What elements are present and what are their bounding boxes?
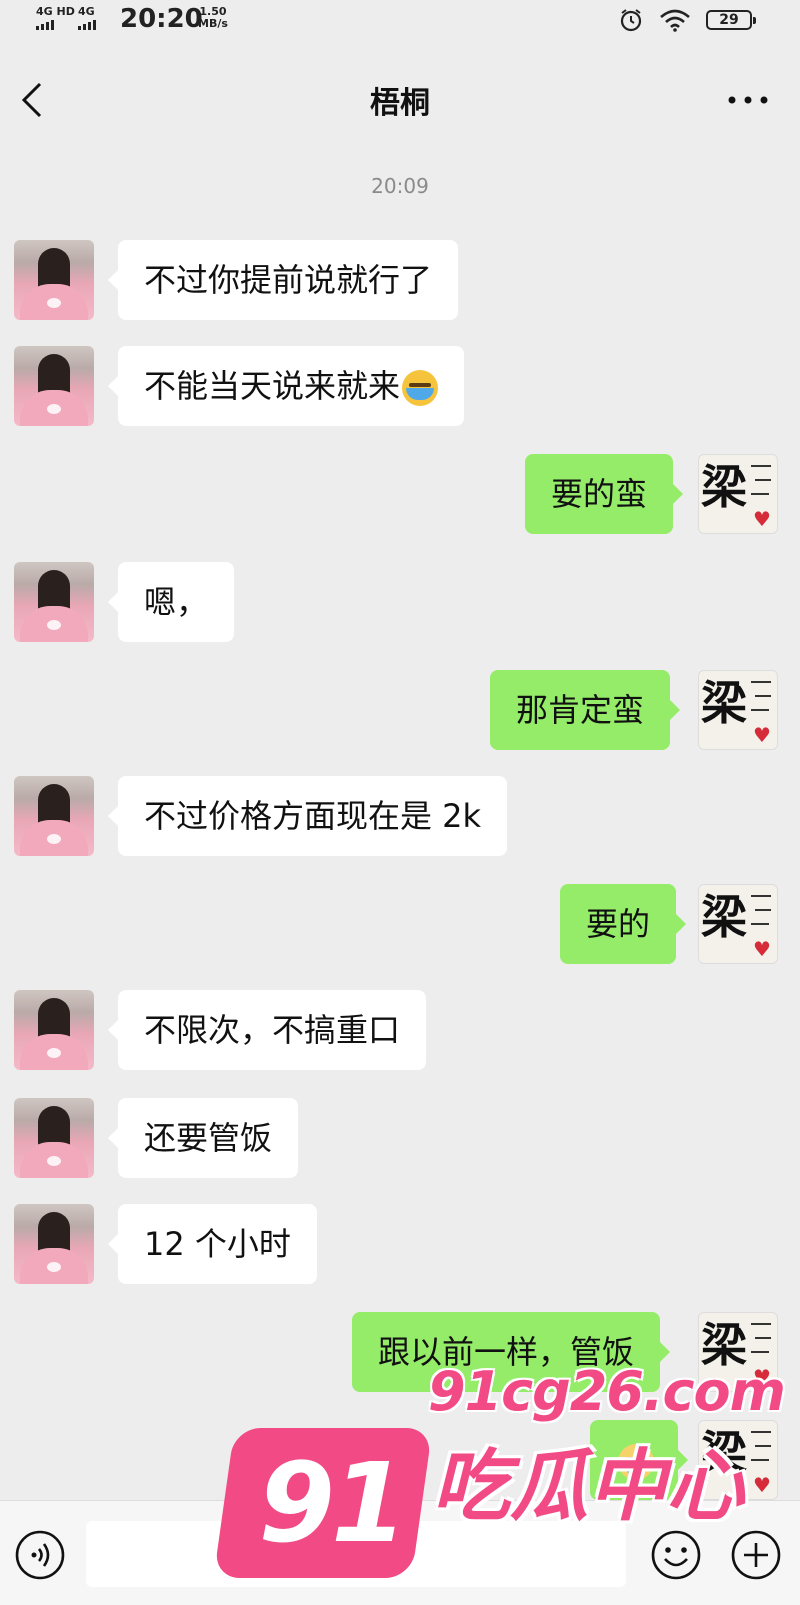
cellular-signal-2: 4G	[78, 6, 96, 30]
heart-icon: ♥	[753, 723, 771, 747]
my-avatar[interactable]: 梁 ♥	[698, 670, 778, 750]
message-timestamp: 20:09	[371, 174, 429, 198]
contact-avatar[interactable]	[14, 562, 94, 642]
avatar-char: 梁	[701, 676, 747, 730]
contact-avatar[interactable]	[14, 346, 94, 426]
contact-avatar[interactable]	[14, 776, 94, 856]
heart-icon: ♥	[753, 507, 771, 531]
contact-avatar[interactable]	[14, 990, 94, 1070]
heart-icon: ♥	[753, 937, 771, 961]
chat-header: 梧桐	[0, 60, 800, 140]
voice-input-icon[interactable]	[14, 1529, 66, 1581]
more-options-icon[interactable]	[726, 94, 770, 106]
watermark-logo: 91 91cg26.com 吃瓜中心	[213, 1354, 794, 1604]
sent-message[interactable]: 要的蛮	[525, 454, 684, 534]
received-message[interactable]: 12 个小时	[108, 1204, 317, 1284]
sent-message[interactable]: 那肯定蛮	[490, 670, 681, 750]
received-message[interactable]: 不过你提前说就行了	[107, 240, 459, 320]
contact-avatar[interactable]	[14, 1204, 94, 1284]
my-avatar[interactable]: 梁 ♥	[698, 454, 778, 534]
network-type-2: 4G	[78, 5, 95, 18]
received-message[interactable]: 还要管饭	[107, 1098, 299, 1178]
watermark-number: 91	[258, 1439, 407, 1567]
contact-avatar[interactable]	[14, 240, 94, 320]
alarm-icon	[620, 9, 642, 32]
sent-message[interactable]: 要的	[560, 884, 687, 964]
speed-unit: MB/s	[198, 17, 228, 30]
watermark-text: 吃瓜中心	[432, 1442, 745, 1532]
watermark-url: 91cg26.com	[428, 1360, 786, 1423]
received-message[interactable]: 不过价格方面现在是 2k	[107, 776, 508, 856]
network-type-1: 4G HD	[36, 5, 75, 18]
received-message[interactable]: 不限次，不搞重口	[107, 990, 427, 1070]
chat-title: 梧桐	[370, 86, 430, 121]
avatar-char: 梁	[701, 460, 747, 514]
battery-indicator: 29	[706, 10, 756, 30]
status-time: 20:20	[120, 4, 203, 34]
my-avatar[interactable]: 梁 ♥	[698, 884, 778, 964]
message-text: 不能当天说来就来	[144, 367, 401, 405]
received-message[interactable]: 嗯，	[107, 562, 235, 642]
status-bar: 4G HD 4G 20:20 1.50 MB/s 29	[0, 0, 800, 44]
network-speed: 1.50 MB/s	[198, 6, 228, 30]
cellular-signal-1: 4G HD	[36, 6, 75, 30]
crying-laughing-emoji-icon	[402, 370, 439, 406]
contact-avatar[interactable]	[14, 1098, 94, 1178]
received-message[interactable]: 不能当天说来就来	[107, 346, 465, 426]
avatar-char: 梁	[701, 890, 747, 944]
wifi-icon	[660, 9, 690, 32]
